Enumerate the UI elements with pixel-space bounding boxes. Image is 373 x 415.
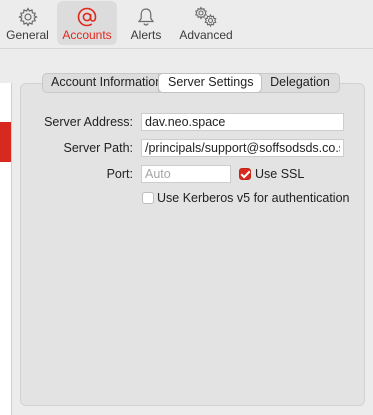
server-path-label: Server Path:: [63, 141, 133, 155]
gear-icon: [17, 6, 38, 28]
use-ssl-label: Use SSL: [255, 167, 305, 181]
kerberos-checkbox[interactable]: [142, 192, 154, 204]
server-path-field[interactable]: [141, 139, 344, 157]
at-sign-icon: [76, 6, 98, 28]
preferences-toolbar: General Accounts Alerts Advanced: [0, 0, 373, 49]
toolbar-item-alerts[interactable]: Alerts: [120, 1, 172, 45]
toolbar-item-general[interactable]: General: [0, 1, 55, 45]
selected-account-row[interactable]: [0, 122, 11, 162]
gears-icon: [193, 6, 219, 28]
toolbar-label-alerts: Alerts: [130, 28, 162, 42]
server-address-label: Server Address:: [44, 115, 133, 129]
tab-bar: Account Information Server Settings Dele…: [42, 73, 340, 93]
toolbar-label-advanced: Advanced: [179, 28, 233, 42]
bell-icon: [136, 6, 156, 28]
port-label: Port:: [106, 167, 133, 181]
tab-delegation[interactable]: Delegation: [261, 74, 339, 92]
toolbar-item-accounts[interactable]: Accounts: [57, 1, 117, 45]
tab-account-information[interactable]: Account Information: [43, 74, 162, 92]
server-address-field[interactable]: [141, 113, 344, 131]
port-field[interactable]: [141, 165, 231, 183]
toolbar-label-accounts: Accounts: [62, 28, 112, 42]
server-settings-panel: [20, 83, 365, 406]
kerberos-label: Use Kerberos v5 for authentication: [157, 191, 350, 205]
use-ssl-checkbox[interactable]: [239, 168, 251, 180]
toolbar-label-general: General: [6, 28, 49, 42]
tab-server-settings[interactable]: Server Settings: [159, 74, 261, 92]
toolbar-item-advanced[interactable]: Advanced: [174, 1, 238, 45]
